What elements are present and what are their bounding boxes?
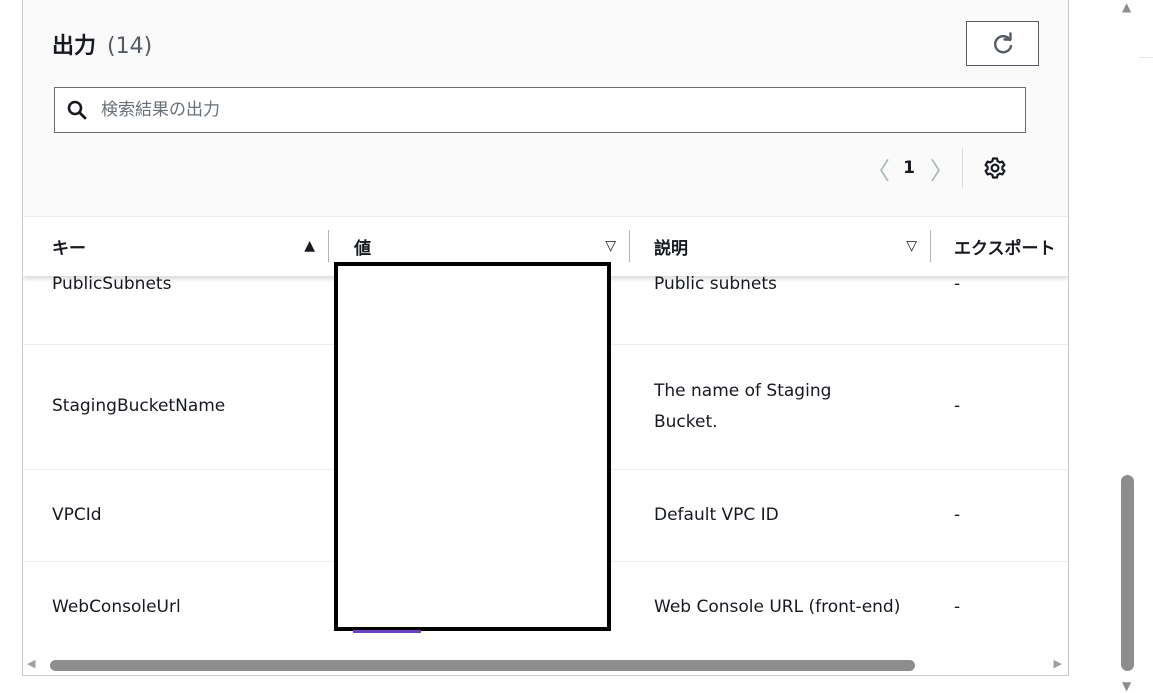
- redaction-box: [334, 262, 611, 631]
- cell-description: Default VPC ID: [654, 504, 779, 525]
- cell-description: Web Console URL (front-end): [654, 596, 901, 617]
- column-header-description[interactable]: 説明 ▽: [654, 217, 931, 276]
- output-count: (14): [107, 34, 153, 59]
- sort-descending-icon[interactable]: ▽: [605, 238, 616, 254]
- previous-page-button[interactable]: 〈: [866, 151, 890, 186]
- column-label: キー: [52, 239, 86, 259]
- vertical-scrollbar[interactable]: ▲ ▼: [1117, 0, 1139, 693]
- column-label: 説明: [654, 239, 688, 259]
- settings-gear-icon[interactable]: [983, 156, 1007, 180]
- refresh-icon: [993, 31, 1012, 53]
- panel-title-row: 出力 (14): [52, 28, 152, 60]
- next-page-button[interactable]: 〉: [930, 151, 954, 186]
- horizontal-scroll-thumb[interactable]: [50, 660, 915, 671]
- cell-key: StagingBucketName: [52, 396, 226, 416]
- column-resizer[interactable]: [328, 230, 329, 262]
- column-label: エクスポート: [954, 239, 1056, 259]
- search-icon: [67, 99, 89, 121]
- cell-export: -: [954, 504, 961, 525]
- cell-export: -: [954, 596, 961, 617]
- horizontal-scrollbar[interactable]: ◀ ▶: [23, 653, 1068, 675]
- refresh-button[interactable]: [966, 21, 1039, 66]
- scroll-up-arrow-icon[interactable]: ▲: [1122, 0, 1131, 14]
- cell-description: The name of Staging Bucket.: [654, 380, 832, 432]
- scroll-down-arrow-icon[interactable]: ▼: [1122, 679, 1131, 693]
- panel-title: 出力: [52, 34, 97, 59]
- column-resizer[interactable]: [930, 230, 931, 262]
- pagination: 〈 1 〉: [866, 148, 1007, 188]
- current-page-number[interactable]: 1: [888, 158, 930, 178]
- search-field[interactable]: [54, 87, 1026, 133]
- pagination-divider: [962, 148, 963, 188]
- sort-descending-icon[interactable]: ▽: [906, 238, 917, 254]
- column-resizer[interactable]: [629, 230, 630, 262]
- column-header-key[interactable]: キー ▲: [52, 217, 329, 276]
- scroll-right-arrow-icon[interactable]: ▶: [1054, 657, 1062, 670]
- sort-ascending-icon[interactable]: ▲: [304, 238, 315, 254]
- column-header-export[interactable]: エクスポート: [954, 217, 1068, 276]
- value-link-underline[interactable]: [353, 630, 421, 633]
- cell-key: VPCId: [52, 504, 102, 525]
- cell-key: WebConsoleUrl: [52, 596, 181, 617]
- outputs-panel: 出力 (14) 〈 1 〉: [22, 0, 1069, 676]
- panel-header: 出力 (14) 〈 1 〉: [23, 0, 1068, 217]
- cell-export: -: [954, 396, 961, 416]
- search-input[interactable]: [99, 99, 1003, 121]
- vertical-scroll-thumb[interactable]: [1121, 475, 1134, 671]
- column-label: 値: [354, 239, 371, 259]
- page-divider: [1139, 57, 1153, 58]
- scroll-left-arrow-icon[interactable]: ◀: [27, 657, 35, 670]
